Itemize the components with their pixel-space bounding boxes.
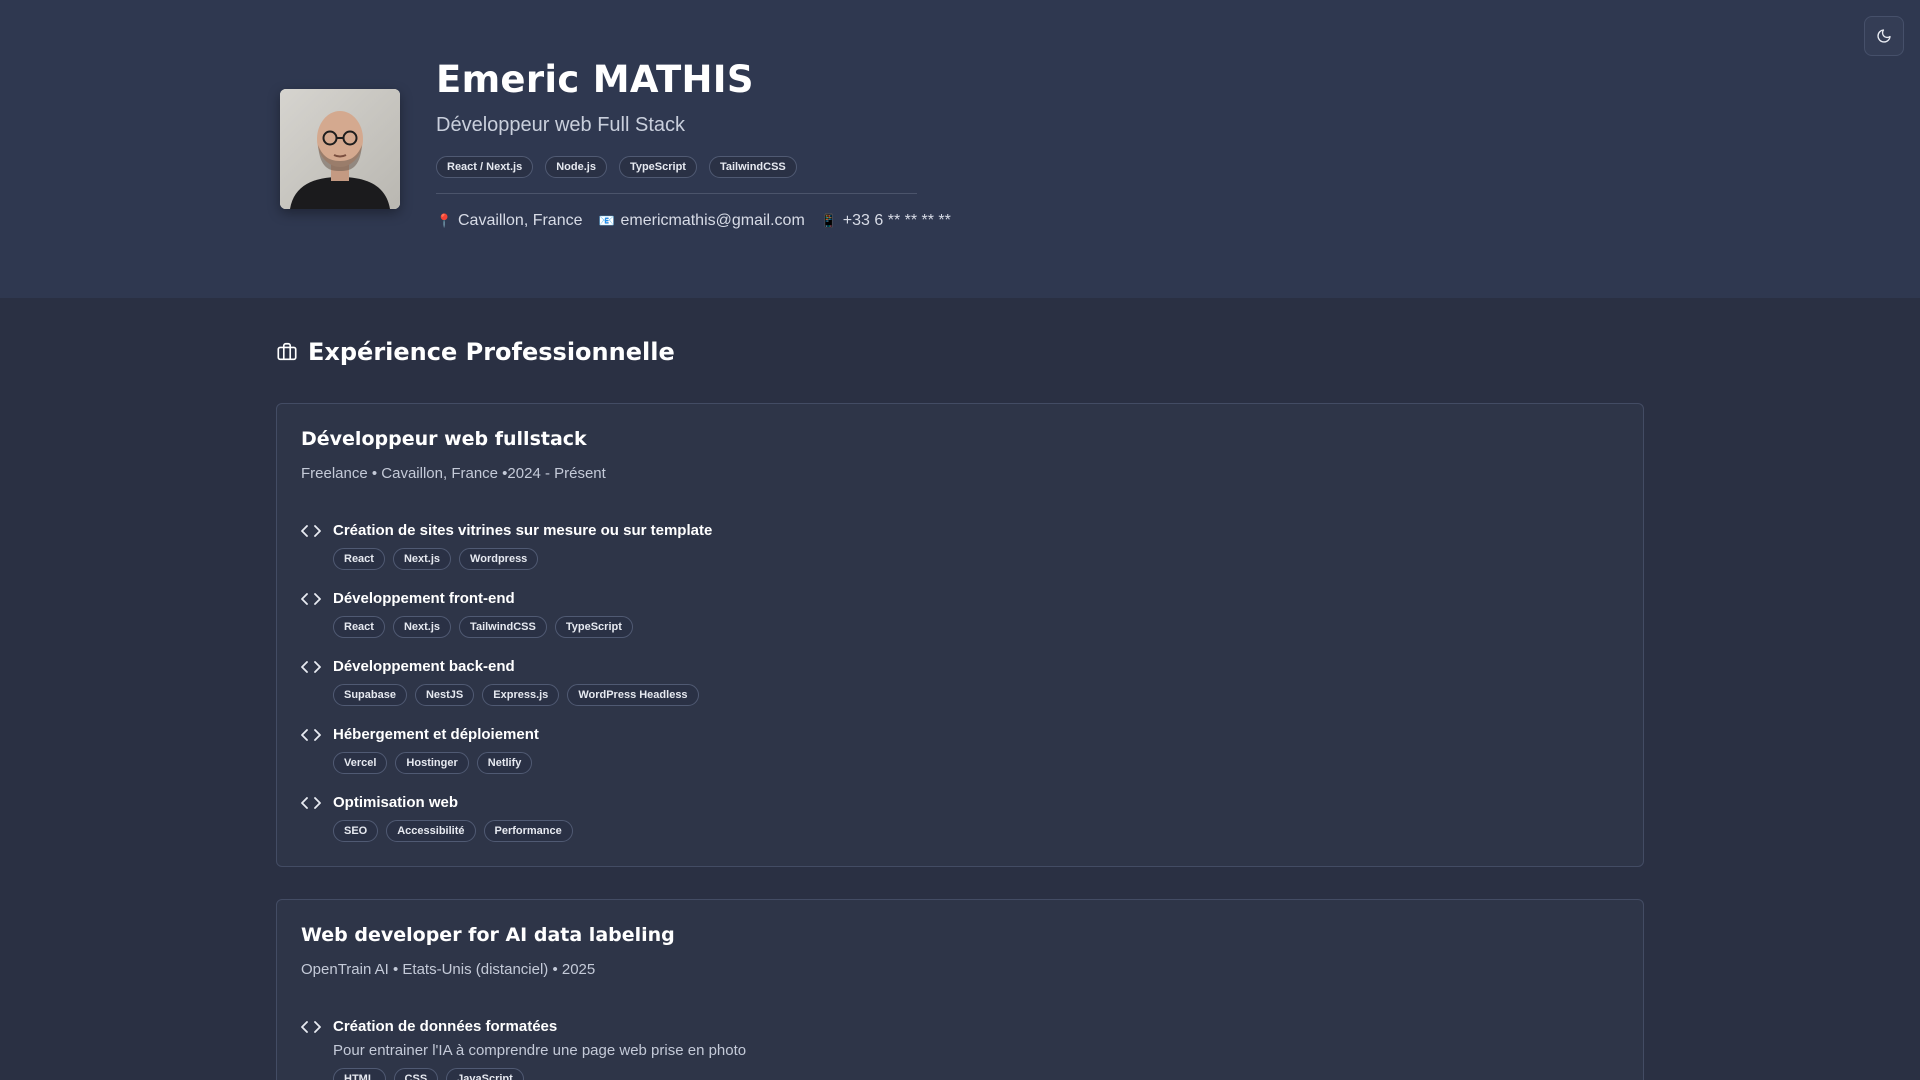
task-item: Création de sites vitrines sur mesure ou… <box>301 522 712 570</box>
skill-tag: TypeScript <box>618 156 697 178</box>
task-title: Développement front-end <box>333 590 515 607</box>
briefcase-icon <box>277 342 297 361</box>
phone-icon: 📱 <box>820 213 837 228</box>
experience-section-title: Expérience Professionnelle <box>276 338 675 366</box>
tech-tag: TailwindCSS <box>459 616 547 638</box>
contact-phone[interactable]: 📱 +33 6 ** ** ** ** <box>821 212 951 230</box>
job-title: Web developer for AI data labeling <box>301 924 675 946</box>
contact-info: 📍 Cavaillon, France 📧 emericmathis@gmail… <box>436 212 951 230</box>
task-item: Développement front-end React Next.js Ta… <box>301 590 633 638</box>
task-title: Développement back-end <box>333 658 515 675</box>
profile-name: Emeric MATHIS <box>436 58 754 101</box>
task-title: Création de données formatées <box>333 1018 558 1035</box>
tech-tag: NestJS <box>414 684 475 706</box>
tech-tag: React <box>333 616 385 638</box>
task-title: Hébergement et déploiement <box>333 726 539 743</box>
tech-tag: Accessibilité <box>386 820 476 842</box>
skill-tag: TailwindCSS <box>708 156 797 178</box>
task-item: Création de données formatées Pour entra… <box>301 1018 746 1080</box>
tech-tag: Performance <box>483 820 573 842</box>
tech-tag: Hostinger <box>395 752 469 774</box>
tech-tag: TypeScript <box>554 616 633 638</box>
skill-tag: React / Next.js <box>436 156 534 178</box>
task-item: Optimisation web SEO Accessibilité Perfo… <box>301 794 573 842</box>
job-card: Développeur web fullstack Freelance • Ca… <box>276 403 1644 867</box>
section-heading: Expérience Professionnelle <box>308 338 675 366</box>
skill-tags: React / Next.js Node.js TypeScript Tailw… <box>436 156 797 178</box>
skill-tag: Node.js <box>545 156 607 178</box>
tech-tag: Netlify <box>476 752 533 774</box>
tech-tag: CSS <box>393 1068 439 1080</box>
tech-tag: Vercel <box>333 752 388 774</box>
email-icon: 📧 <box>598 213 615 228</box>
tech-tag: WordPress Headless <box>567 684 699 706</box>
phone-text[interactable]: +33 6 ** ** ** ** <box>843 212 951 230</box>
contact-email[interactable]: 📧 emericmathis@gmail.com <box>599 212 805 230</box>
tech-tag: SEO <box>333 820 379 842</box>
code-icon <box>301 728 321 741</box>
task-title: Optimisation web <box>333 794 459 811</box>
avatar <box>280 89 400 209</box>
job-title: Développeur web fullstack <box>301 428 587 450</box>
tech-tag: Next.js <box>392 548 452 570</box>
tech-tag: Wordpress <box>459 548 539 570</box>
task-item: Hébergement et déploiement Vercel Hostin… <box>301 726 539 774</box>
job-meta: OpenTrain AI • Etats-Unis (distanciel) •… <box>301 961 596 978</box>
profile-role: Développeur web Full Stack <box>436 114 686 136</box>
task-item: Développement back-end Supabase NestJS E… <box>301 658 699 706</box>
theme-toggle-button[interactable] <box>1864 16 1904 56</box>
code-icon <box>301 1020 321 1033</box>
job-card: Web developer for AI data labeling OpenT… <box>276 899 1644 1080</box>
tech-tag: Supabase <box>333 684 407 706</box>
location-text: Cavaillon, France <box>458 212 583 229</box>
task-description: Pour entrainer l'IA à comprendre une pag… <box>333 1042 747 1059</box>
tech-tag: HTML <box>333 1068 386 1080</box>
contact-location: 📍 Cavaillon, France <box>436 212 583 230</box>
job-meta: Freelance • Cavaillon, France •2024 - Pr… <box>301 465 606 482</box>
divider <box>436 193 917 194</box>
moon-icon <box>1877 29 1891 43</box>
tech-tag: React <box>333 548 385 570</box>
tech-tag: Next.js <box>392 616 452 638</box>
email-text[interactable]: emericmathis@gmail.com <box>621 212 805 230</box>
code-icon <box>301 660 321 673</box>
task-title: Création de sites vitrines sur mesure ou… <box>333 522 713 539</box>
code-icon <box>301 524 321 537</box>
code-icon <box>301 592 321 605</box>
location-pin-icon: 📍 <box>436 213 453 228</box>
tech-tag: Express.js <box>482 684 560 706</box>
tech-tag: JavaScript <box>446 1068 524 1080</box>
code-icon <box>301 796 321 809</box>
